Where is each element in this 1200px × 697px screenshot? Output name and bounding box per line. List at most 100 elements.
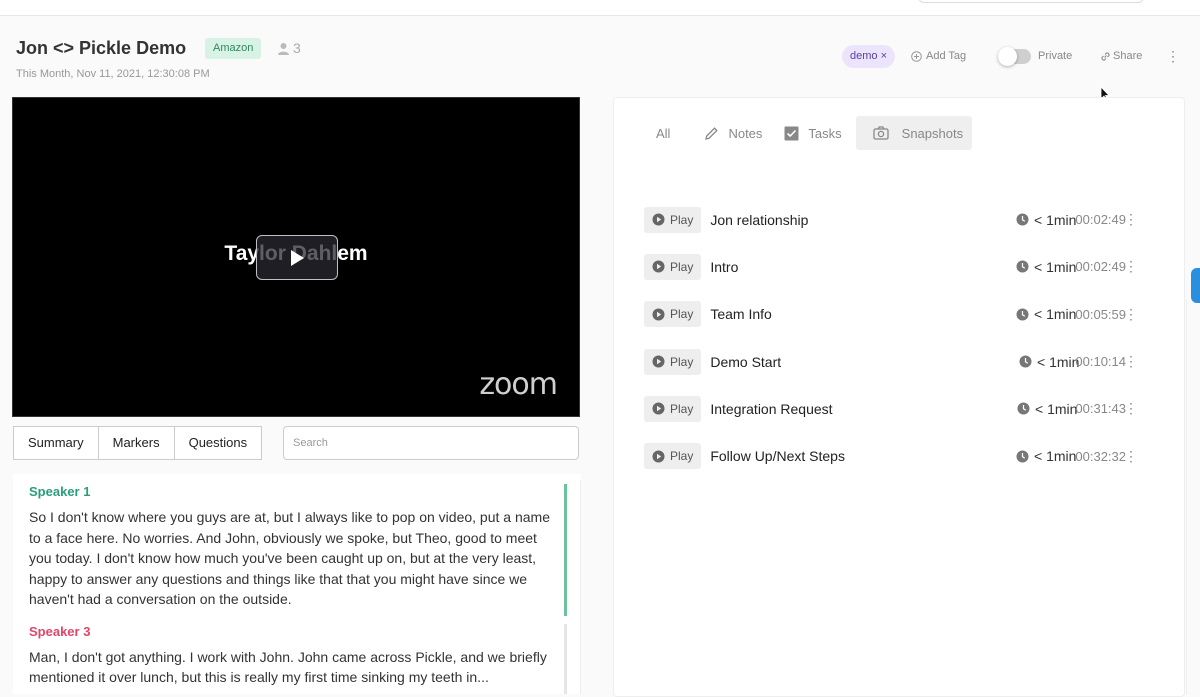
side-widget-tab[interactable] bbox=[1191, 268, 1200, 303]
snapshot-title: Intro bbox=[710, 258, 739, 275]
snapshot-play-button[interactable]: Play bbox=[644, 253, 702, 280]
clock-icon bbox=[1016, 260, 1029, 273]
plus-circle-icon bbox=[911, 50, 922, 62]
play-icon bbox=[291, 249, 304, 266]
duration-text: < 1min bbox=[1034, 258, 1077, 275]
panel-divider bbox=[580, 480, 581, 694]
snapshot-row[interactable]: Play Team Info < 1min 00:05:59 ⋮ bbox=[644, 291, 1164, 338]
snapshot-more-icon[interactable]: ⋮ bbox=[1124, 400, 1138, 417]
tag-remove-icon[interactable]: × bbox=[881, 50, 887, 62]
snapshot-list: Play Jon relationship < 1min 00:02:49 ⋮ … bbox=[644, 196, 1164, 480]
snapshot-more-icon[interactable]: ⋮ bbox=[1124, 258, 1138, 275]
add-tag-label: Add Tag bbox=[926, 50, 967, 62]
snapshot-more-icon[interactable]: ⋮ bbox=[1124, 353, 1138, 370]
snapshot-row[interactable]: Play Integration Request < 1min 00:31:43… bbox=[644, 385, 1164, 432]
share-button[interactable]: Share bbox=[1100, 50, 1142, 62]
play-label: Play bbox=[670, 259, 694, 274]
pencil-icon bbox=[705, 126, 719, 140]
duration-text: < 1min bbox=[1037, 353, 1080, 370]
share-label: Share bbox=[1113, 50, 1143, 62]
segment-indicator bbox=[564, 623, 567, 694]
snapshot-row[interactable]: Play Intro < 1min 00:02:49 ⋮ bbox=[644, 243, 1164, 290]
transcript-segment[interactable]: Speaker 3 Man, I don't got anything. I w… bbox=[13, 614, 581, 694]
page-title: Jon <> Pickle Demo bbox=[16, 38, 187, 58]
tab-summary[interactable]: Summary bbox=[14, 427, 99, 459]
snapshot-timestamp[interactable]: 00:05:59 bbox=[1075, 307, 1126, 322]
private-toggle[interactable] bbox=[998, 47, 1031, 66]
play-label: Play bbox=[670, 354, 694, 369]
add-tag-button[interactable]: Add Tag bbox=[911, 50, 966, 62]
duration-text: < 1min bbox=[1034, 211, 1077, 228]
tag-chip-demo[interactable]: demo × bbox=[842, 45, 896, 68]
speaker-label: Speaker 3 bbox=[29, 623, 91, 639]
speaker-label: Speaker 1 bbox=[29, 484, 91, 499]
play-label: Play bbox=[670, 449, 694, 464]
snapshot-more-icon[interactable]: ⋮ bbox=[1124, 306, 1138, 323]
snapshot-title: Team Info bbox=[710, 306, 772, 323]
clock-icon bbox=[1016, 450, 1029, 463]
snapshot-row[interactable]: Play Follow Up/Next Steps < 1min 00:32:3… bbox=[644, 432, 1164, 479]
snapshot-duration: < 1min bbox=[1016, 259, 1076, 275]
tab-snapshots[interactable]: Snapshots bbox=[855, 116, 973, 150]
snapshot-title: Follow Up/Next Steps bbox=[710, 448, 845, 465]
play-circle-icon bbox=[652, 260, 665, 273]
play-circle-icon bbox=[652, 308, 665, 321]
snapshot-play-button[interactable]: Play bbox=[644, 206, 702, 233]
snapshot-more-icon[interactable]: ⋮ bbox=[1124, 211, 1138, 228]
right-tabs: All Notes Tasks Snapshots bbox=[646, 116, 973, 150]
more-options-icon[interactable]: ⋮ bbox=[1166, 48, 1180, 65]
tab-tasks-label: Tasks bbox=[808, 125, 842, 141]
tab-notes-label: Notes bbox=[728, 125, 763, 141]
camera-icon bbox=[873, 126, 889, 140]
snapshot-duration: < 1min bbox=[1016, 306, 1076, 322]
video-player[interactable]: Taylor Dahlem zoom bbox=[12, 97, 580, 417]
transcript-text: So I don't know where you guys are at, b… bbox=[29, 509, 550, 607]
snapshot-row[interactable]: Play Demo Start < 1min 00:10:14 ⋮ bbox=[644, 338, 1164, 385]
play-circle-icon bbox=[652, 450, 665, 463]
clock-icon bbox=[1019, 355, 1032, 368]
snapshot-row[interactable]: Play Jon relationship < 1min 00:02:49 ⋮ bbox=[644, 196, 1164, 243]
tab-snapshots-label: Snapshots bbox=[901, 125, 964, 141]
snapshot-timestamp[interactable]: 00:32:32 bbox=[1075, 449, 1126, 464]
segment-indicator bbox=[564, 484, 567, 616]
snapshot-timestamp[interactable]: 00:10:14 bbox=[1075, 354, 1126, 369]
snapshot-play-button[interactable]: Play bbox=[644, 348, 702, 375]
transcript-text: Man, I don't got anything. I work with J… bbox=[29, 648, 547, 686]
snapshot-more-icon[interactable]: ⋮ bbox=[1124, 448, 1138, 465]
private-label: Private bbox=[1038, 50, 1073, 62]
transcript-segment[interactable]: Speaker 1 So I don't know where you guys… bbox=[13, 474, 581, 616]
tag-chip-label: demo bbox=[850, 50, 878, 62]
transcript-tabs: Summary Markers Questions bbox=[13, 426, 263, 460]
tab-notes[interactable]: Notes bbox=[694, 116, 774, 150]
link-icon bbox=[1101, 51, 1110, 61]
duration-text: < 1min bbox=[1035, 400, 1078, 417]
company-tag[interactable]: Amazon bbox=[205, 38, 262, 59]
play-label: Play bbox=[670, 401, 694, 416]
snapshot-duration: < 1min bbox=[1016, 448, 1076, 464]
global-search-box[interactable] bbox=[918, 0, 1144, 3]
participants-count[interactable]: 3 bbox=[277, 40, 301, 56]
transcript-search-input[interactable]: Search bbox=[283, 426, 579, 460]
tab-markers[interactable]: Markers bbox=[99, 427, 175, 459]
transcript-panel: Speaker 1 So I don't know where you guys… bbox=[13, 474, 581, 694]
play-label: Play bbox=[670, 307, 694, 322]
snapshot-timestamp[interactable]: 00:31:43 bbox=[1075, 401, 1126, 416]
snapshot-title: Demo Start bbox=[710, 353, 782, 370]
snapshot-play-button[interactable]: Play bbox=[644, 395, 702, 422]
snapshot-play-button[interactable]: Play bbox=[644, 301, 702, 328]
snapshot-timestamp[interactable]: 00:02:49 bbox=[1075, 212, 1126, 227]
participants-number: 3 bbox=[293, 40, 301, 56]
clock-icon bbox=[1016, 308, 1029, 321]
snapshot-play-button[interactable]: Play bbox=[644, 443, 702, 470]
page-scroll-track bbox=[1186, 300, 1187, 694]
zoom-logo: zoom bbox=[479, 367, 558, 402]
clock-icon bbox=[1016, 213, 1029, 226]
tab-all[interactable]: All bbox=[646, 116, 694, 150]
tab-questions[interactable]: Questions bbox=[175, 427, 262, 459]
tab-tasks[interactable]: Tasks bbox=[774, 116, 855, 150]
duration-text: < 1min bbox=[1034, 448, 1077, 465]
snapshot-timestamp[interactable]: 00:02:49 bbox=[1075, 259, 1126, 274]
play-circle-icon bbox=[652, 402, 665, 415]
video-play-button[interactable] bbox=[256, 235, 338, 280]
meeting-date: This Month, Nov 11, 2021, 12:30:08 PM bbox=[16, 68, 210, 80]
